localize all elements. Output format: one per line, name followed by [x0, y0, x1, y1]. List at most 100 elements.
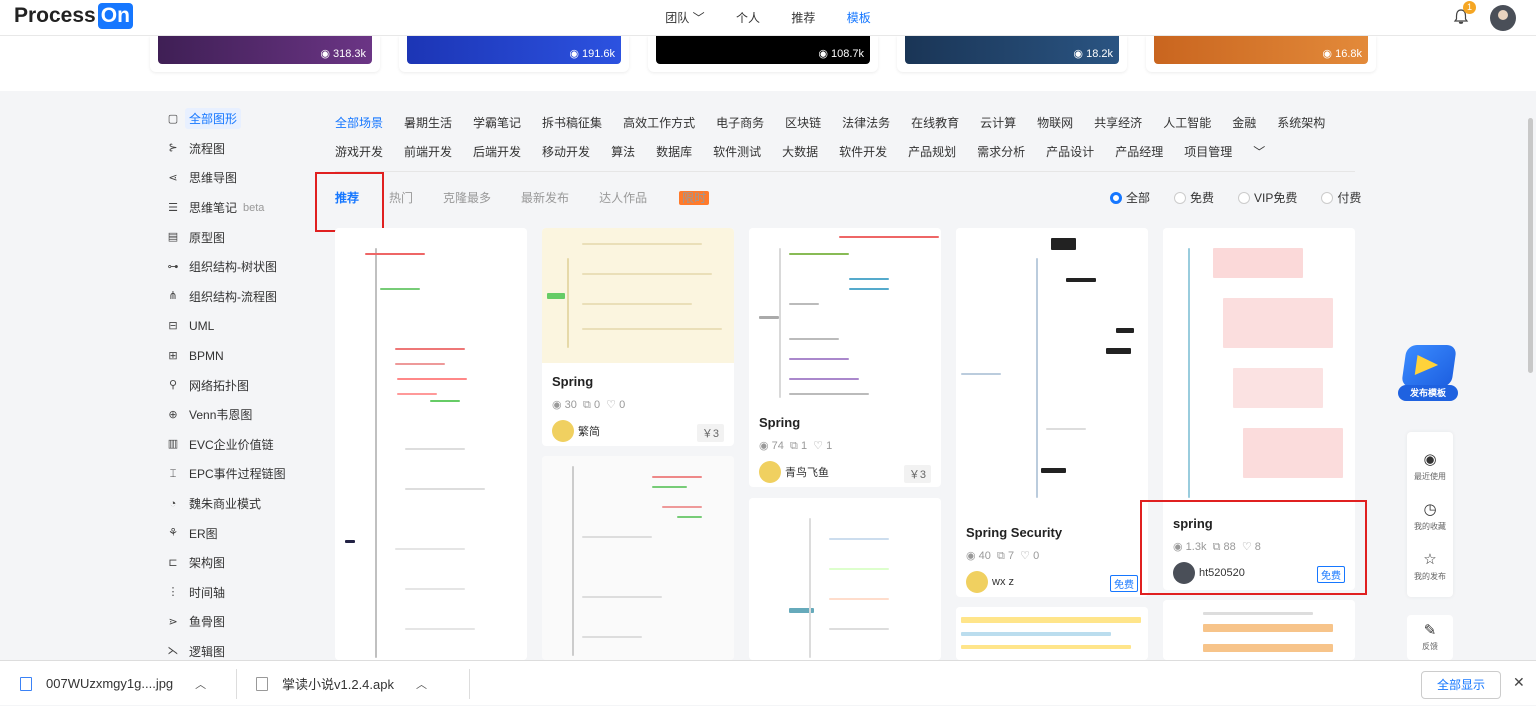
chevron-up-icon[interactable]: ︿ — [416, 676, 427, 692]
category-tab[interactable]: 全部场景 — [335, 114, 383, 131]
category-tab[interactable]: 区块链 — [785, 114, 821, 131]
filter-vip-free[interactable]: VIP免费 — [1238, 189, 1297, 206]
category-tab[interactable]: 物联网 — [1037, 114, 1073, 131]
chevron-down-icon[interactable]: ﹀ — [1253, 143, 1265, 160]
template-card[interactable] — [335, 228, 527, 660]
radio-icon — [1238, 191, 1251, 204]
author-name: wx z — [992, 576, 1014, 588]
category-tab[interactable]: 学霸笔记 — [473, 114, 521, 131]
featured-card[interactable]: ◉ 191.6k — [399, 36, 629, 72]
filter-free[interactable]: 免费 — [1174, 189, 1214, 206]
template-thumbnail — [956, 607, 1148, 660]
download-item[interactable]: 掌读小说v1.2.4.apk ︿ — [256, 661, 427, 706]
tab-expert-works[interactable]: 达人作品 限时 — [599, 189, 739, 206]
sidebar-item[interactable]: ⌶ EPC事件过程链图 — [158, 459, 308, 489]
nav-team[interactable]: 团队 ﹀ — [665, 9, 704, 26]
sidebar-item[interactable]: ⊏ 架构图 — [158, 548, 308, 578]
publish-template-button[interactable]: 发布模板 — [1398, 343, 1458, 403]
category-tab[interactable]: 项目管理 — [1184, 143, 1232, 160]
nav-personal[interactable]: 个人 — [736, 9, 760, 26]
nav-recommend[interactable]: 推荐 — [791, 9, 815, 26]
tab-most-cloned[interactable]: 克隆最多 — [443, 189, 491, 206]
sidebar-item[interactable]: ⋗ 鱼骨图 — [158, 607, 308, 637]
category-tab[interactable]: 暑期生活 — [404, 114, 452, 131]
sidebar-item[interactable]: ⊶ 组织结构-树状图 — [158, 252, 308, 282]
card-author[interactable]: 繁简 — [552, 420, 600, 442]
template-card[interactable] — [1163, 600, 1355, 660]
download-item[interactable]: 007WUzxmgy1g....jpg ︿ — [20, 661, 206, 706]
processon-logo[interactable]: Process On — [14, 3, 133, 29]
template-card[interactable]: Spring ◉ 74 ⧉ 1 ♡ 1 青鸟飞鱼 ￥3 — [749, 228, 941, 487]
category-tab[interactable]: 法律法务 — [842, 114, 890, 131]
category-row-2: 游戏开发 前端开发 后端开发 移动开发 算法 数据库 软件测试 大数据 软件开发 产品规划 需求分析… — [335, 137, 1355, 166]
card-author[interactable]: wx z — [966, 571, 1014, 593]
my-published-button[interactable]: ☆ 我的发布 — [1407, 550, 1453, 582]
featured-card[interactable]: ◉ 16.8k — [1146, 36, 1376, 72]
template-card[interactable]: Spring ◉ 30 ⧉ 0 ♡ 0 繁简 ￥3 — [542, 228, 734, 446]
category-tab[interactable]: 人工智能 — [1163, 114, 1211, 131]
featured-card[interactable]: ◉ 18.2k — [897, 36, 1127, 72]
template-card[interactable] — [542, 456, 734, 660]
featured-card[interactable]: ◉ 108.7k — [648, 36, 878, 72]
published-label: 我的发布 — [1414, 572, 1446, 581]
tab-latest[interactable]: 最新发布 — [521, 189, 569, 206]
tab-hot[interactable]: 热门 — [389, 189, 413, 206]
sidebar-item[interactable]: ☰ 思维笔记 beta — [158, 193, 308, 223]
feedback-button[interactable]: ✎ 反馈 — [1407, 615, 1453, 660]
category-tab[interactable]: 产品经理 — [1115, 143, 1163, 160]
sidebar-item[interactable]: ⋖ 思维导图 — [158, 163, 308, 193]
category-tab[interactable]: 大数据 — [782, 143, 818, 160]
category-tab[interactable]: 游戏开发 — [335, 143, 383, 160]
category-tab[interactable]: 移动开发 — [542, 143, 590, 160]
category-tab[interactable]: 电子商务 — [716, 114, 764, 131]
category-tab[interactable]: 金融 — [1232, 114, 1256, 131]
category-tab[interactable]: 拆书稿征集 — [542, 114, 602, 131]
sidebar-item[interactable]: ⚘ ER图 — [158, 518, 308, 548]
card-title: Spring — [759, 415, 801, 430]
my-favorites-button[interactable]: ◷ 我的收藏 — [1407, 500, 1453, 532]
sidebar-item[interactable]: ▥ EVC企业价值链 — [158, 430, 308, 460]
sidebar-item[interactable]: ⊕ Venn韦恩图 — [158, 400, 308, 430]
recent-used-button[interactable]: ◉ 最近使用 — [1407, 450, 1453, 482]
sidebar-item[interactable]: ⋮ 时间轴 — [158, 578, 308, 608]
filter-all[interactable]: 全部 — [1110, 189, 1150, 206]
radio-icon — [1174, 191, 1187, 204]
filter-paid[interactable]: 付费 — [1321, 189, 1361, 206]
card-author[interactable]: 青鸟飞鱼 — [759, 461, 829, 483]
category-tab[interactable]: 需求分析 — [977, 143, 1025, 160]
category-tab[interactable]: 后端开发 — [473, 143, 521, 160]
category-tab[interactable]: 数据库 — [656, 143, 692, 160]
category-tab[interactable]: 高效工作方式 — [623, 114, 695, 131]
sidebar-item[interactable]: ⊟ UML — [158, 311, 308, 341]
sidebar-item[interactable]: ⊱ 流程图 — [158, 134, 308, 164]
user-avatar[interactable] — [1490, 5, 1516, 31]
scene-categories: 全部场景 暑期生活 学霸笔记 拆书稿征集 高效工作方式 电子商务 区块链 法律法务 在线教育 云计… — [335, 108, 1355, 166]
sidebar-item[interactable]: ⊞ BPMN — [158, 341, 308, 371]
template-card[interactable] — [749, 498, 941, 660]
card-stats: ◉ 30 ⧉ 0 ♡ 0 — [552, 399, 626, 411]
featured-card[interactable]: ◉ 318.3k — [150, 36, 380, 72]
category-tab[interactable]: 产品规划 — [908, 143, 956, 160]
template-card[interactable] — [956, 607, 1148, 660]
chevron-up-icon[interactable]: ︿ — [195, 676, 206, 692]
sidebar-item[interactable]: ◔ 魏朱商业模式 — [158, 489, 308, 519]
show-all-button[interactable]: 全部显示 — [1421, 671, 1501, 699]
sidebar-item[interactable]: ▤ 原型图 — [158, 222, 308, 252]
category-tab[interactable]: 系统架构 — [1277, 114, 1325, 131]
category-tab[interactable]: 产品设计 — [1046, 143, 1094, 160]
category-tab[interactable]: 软件测试 — [713, 143, 761, 160]
sidebar-item[interactable]: ⋔ 组织结构-流程图 — [158, 282, 308, 312]
category-tab[interactable]: 前端开发 — [404, 143, 452, 160]
sidebar-item-label: 鱼骨图 — [189, 615, 226, 630]
page-scrollbar[interactable] — [1528, 118, 1533, 373]
category-tab[interactable]: 共享经济 — [1094, 114, 1142, 131]
template-card[interactable]: Spring Security ◉ 40 ⧉ 7 ♡ 0 wx z 免费 — [956, 228, 1148, 597]
category-tab[interactable]: 在线教育 — [911, 114, 959, 131]
sidebar-item[interactable]: ▢ 全部图形 — [158, 104, 308, 134]
category-tab[interactable]: 云计算 — [980, 114, 1016, 131]
category-tab[interactable]: 软件开发 — [839, 143, 887, 160]
category-tab[interactable]: 算法 — [611, 143, 635, 160]
close-icon[interactable]: ✕ — [1513, 674, 1525, 691]
sidebar-item[interactable]: ⚲ 网络拓扑图 — [158, 370, 308, 400]
nav-templates[interactable]: 模板 — [847, 9, 871, 26]
